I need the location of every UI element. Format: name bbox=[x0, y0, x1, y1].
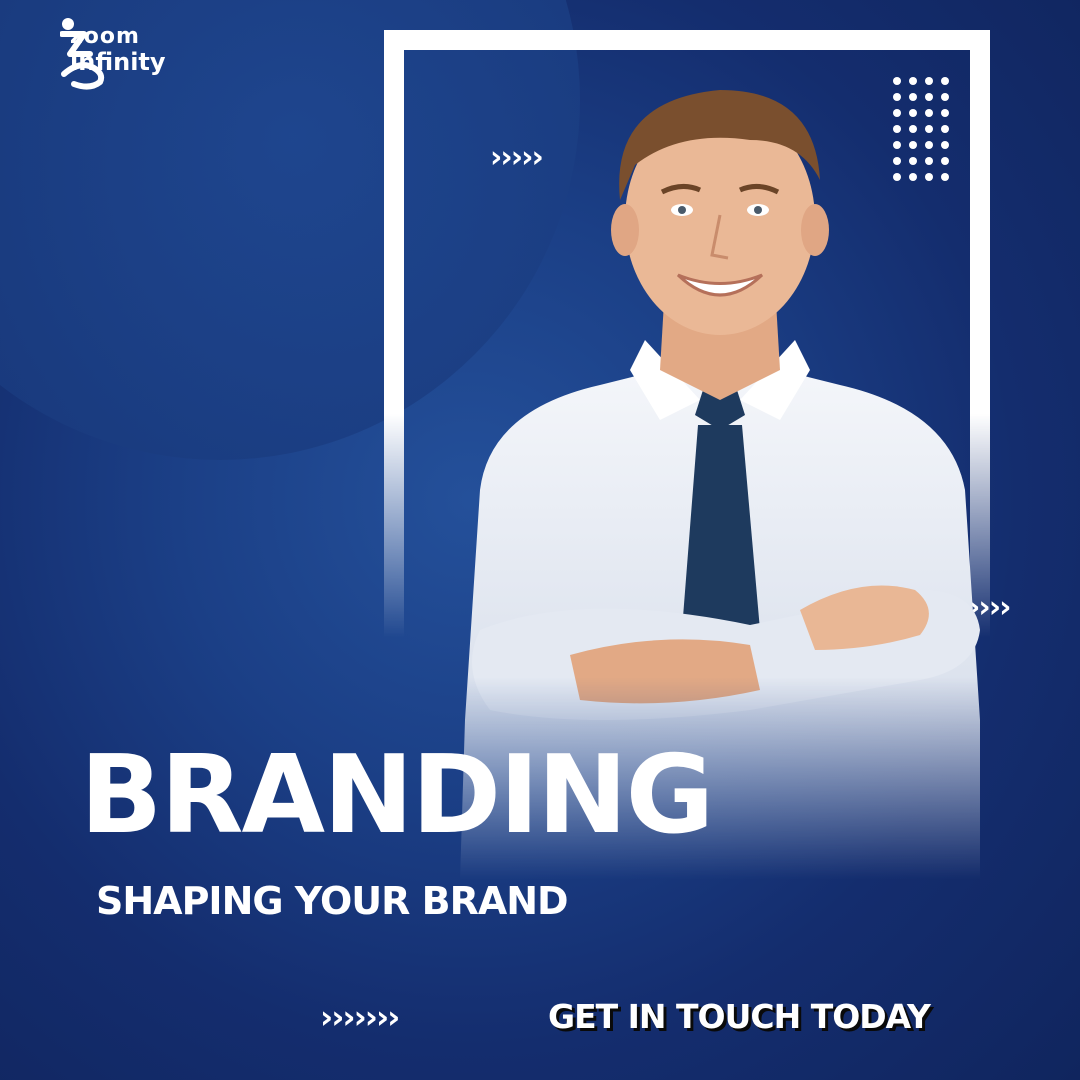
chevron-arrows-bottom: ››››››› bbox=[320, 998, 400, 1036]
subheadline: SHAPING YOUR BRAND bbox=[96, 879, 569, 923]
get-in-touch-cta[interactable]: GET IN TOUCH TODAY bbox=[548, 994, 931, 1040]
brand-name-line1: zoom bbox=[70, 24, 140, 49]
brand-logo: zoom infinity bbox=[70, 24, 166, 77]
brand-name-line2: infinity bbox=[70, 48, 166, 76]
branding-poster: zoom infinity ››››› ›››› BRANDING SHAPIN… bbox=[0, 0, 1080, 1080]
headline: BRANDING bbox=[80, 733, 714, 858]
